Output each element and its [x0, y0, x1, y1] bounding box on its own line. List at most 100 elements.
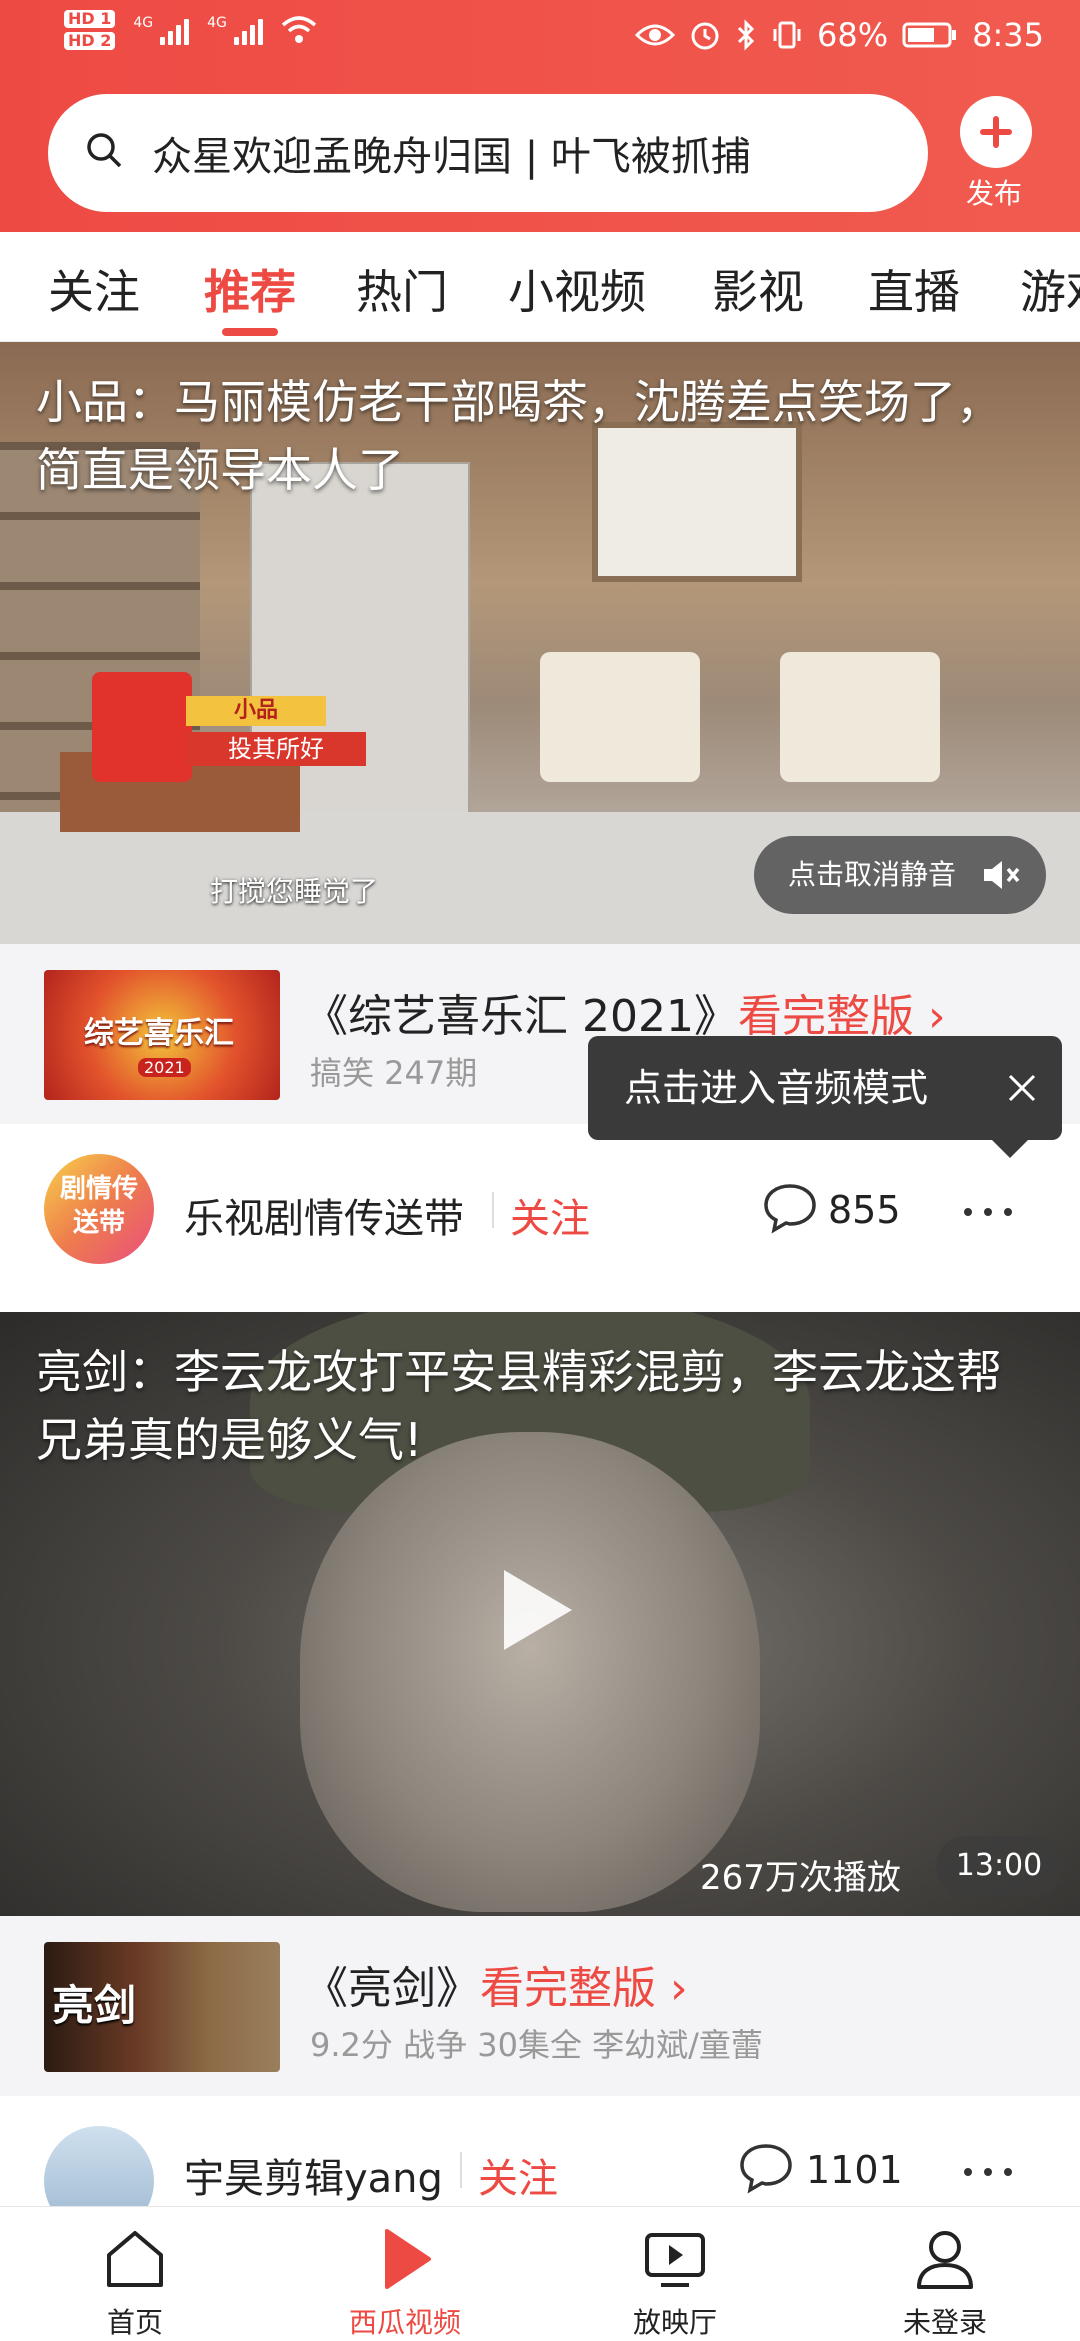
publish-button[interactable]	[960, 96, 1032, 168]
bluetooth-icon	[737, 19, 755, 51]
watch-full-link[interactable]: 看完整版	[738, 991, 914, 1042]
avatar[interactable]: 剧情传送带	[44, 1154, 154, 1264]
tab-hot[interactable]: 热门	[356, 256, 448, 322]
card-title[interactable]: 《亮剑》看完整版 ›	[304, 1952, 688, 2016]
status-bar: HD 1 HD 2 4G 4G 68% 8:35	[0, 0, 1080, 80]
network1-label: 4G	[133, 15, 154, 31]
unmute-label: 点击取消静音	[788, 858, 957, 891]
follow-button[interactable]: 关注	[510, 1186, 590, 1244]
tooltip-arrow	[992, 1140, 1028, 1158]
author-row: 宇昊剪辑yang 关注 1101	[0, 2096, 1080, 2206]
publish-label[interactable]: 发布	[966, 172, 1022, 212]
sim-indicators: HD 1 HD 2	[64, 10, 116, 50]
nav-screening-label: 放映厅	[632, 2306, 717, 2339]
series-name: 《综艺喜乐汇 2021》	[304, 991, 738, 1042]
divider	[460, 2152, 462, 2188]
chevron-right-icon: ›	[913, 991, 946, 1042]
eye-icon	[635, 24, 676, 46]
tab-recommend[interactable]: 推荐	[204, 256, 296, 322]
duration-badge: 13:00	[936, 1836, 1062, 1896]
scene-face	[300, 1432, 760, 1912]
series-thumbnail: 亮剑	[44, 1942, 280, 2072]
author-name[interactable]: 乐视剧情传送带	[184, 1186, 464, 1244]
thumbnail-year: 2021	[138, 1058, 191, 1077]
video-player-1[interactable]: 小品 投其所好 小品：马丽模仿老干部喝茶，沈腾差点笑场了，简直是领导本人了 打搅…	[0, 342, 1080, 944]
nav-screening-room[interactable]: 放映厅	[540, 2207, 810, 2341]
user-icon	[917, 2231, 973, 2289]
follow-button[interactable]: 关注	[478, 2146, 558, 2204]
status-right: 68% 8:35	[635, 16, 1044, 54]
thumbnail-text: 综艺喜乐汇	[84, 1016, 234, 1051]
card-subtitle: 搞笑 247期	[310, 1054, 478, 1092]
avatar[interactable]	[44, 2126, 154, 2206]
more-options-icon[interactable]	[964, 1208, 1012, 1216]
battery-percent: 68%	[817, 16, 889, 54]
sim2-label: HD 2	[64, 32, 116, 50]
video-subtitle: 打搅您睡觉了	[210, 875, 379, 908]
search-query[interactable]: 众星欢迎孟晚舟归国 | 叶飞被抓捕	[152, 124, 751, 182]
status-left: HD 1 HD 2 4G 4G	[64, 10, 317, 50]
vibrate-icon	[773, 21, 801, 49]
comment-count[interactable]: 855	[828, 1188, 901, 1232]
tab-games[interactable]: 游戏	[1020, 256, 1080, 322]
unmute-button[interactable]: 点击取消静音	[754, 836, 1046, 914]
nav-home-label: 首页	[106, 2306, 163, 2339]
bottom-navigation: 首页 西瓜视频 放映厅 未登录	[0, 2206, 1080, 2340]
card-subtitle: 9.2分 战争 30集全 李幼斌/童蕾	[310, 2026, 763, 2064]
tab-live[interactable]: 直播	[868, 256, 960, 322]
caption-tag: 小品	[186, 696, 326, 726]
scene-sofa	[540, 652, 700, 782]
audio-mode-tooltip[interactable]: 点击进入音频模式	[588, 1036, 1062, 1158]
nav-home[interactable]: 首页	[0, 2207, 270, 2341]
nav-profile-label: 未登录	[902, 2306, 987, 2339]
video-player-2[interactable]: 亮剑：李云龙攻打平安县精彩混剪，李云龙这帮兄弟真的是够义气! 267万次播放 1…	[0, 1312, 1080, 1916]
comment-icon[interactable]	[762, 1182, 818, 1234]
wifi-icon	[281, 16, 317, 43]
video-title[interactable]: 小品：马丽模仿老干部喝茶，沈腾差点笑场了，简直是领导本人了	[36, 368, 1046, 504]
series-name: 《亮剑》	[304, 1963, 480, 2014]
sim1-indicator: HD 1	[64, 10, 116, 28]
author-name[interactable]: 宇昊剪辑yang	[184, 2146, 443, 2204]
signal2-icon: 4G	[207, 15, 263, 45]
card-title[interactable]: 《综艺喜乐汇 2021》看完整版 ›	[304, 980, 946, 1044]
scene-sofa	[780, 652, 940, 782]
tooltip-text[interactable]: 点击进入音频模式	[624, 1066, 928, 1110]
comment-icon[interactable]	[738, 2142, 794, 2194]
nav-xigua-video[interactable]: 西瓜视频	[270, 2207, 540, 2341]
category-tabs: 关注 推荐 热门 小视频 影视 直播 游戏	[0, 232, 1080, 342]
video-title[interactable]: 亮剑：李云龙攻打平安县精彩混剪，李云龙这帮兄弟真的是够义气!	[36, 1338, 1046, 1474]
signal1-icon: 4G	[133, 15, 190, 45]
app-header: HD 1 HD 2 4G 4G 68% 8:35 众星欢迎孟晚舟归国 | 叶飞被…	[0, 0, 1080, 232]
view-count: 267万次播放	[700, 1858, 901, 1898]
tab-follow[interactable]: 关注	[48, 256, 140, 322]
author-row: 剧情传送带 乐视剧情传送带 关注 855	[0, 1124, 1080, 1294]
caption-title: 投其所好	[186, 732, 366, 766]
avatar-text: 剧情传送带	[59, 1174, 138, 1238]
more-options-icon[interactable]	[964, 2168, 1012, 2176]
tab-short-video[interactable]: 小视频	[508, 256, 646, 322]
thumbnail-text: 亮剑	[52, 1981, 137, 2030]
comment-count[interactable]: 1101	[806, 2148, 903, 2192]
close-icon[interactable]	[1006, 1072, 1038, 1104]
watch-full-link[interactable]: 看完整版	[480, 1963, 656, 2014]
sim1-label: HD 1	[64, 10, 116, 28]
nav-profile[interactable]: 未登录	[810, 2207, 1080, 2341]
alarm-icon	[691, 22, 719, 50]
search-bar[interactable]: 众星欢迎孟晚舟归国 | 叶飞被抓捕	[48, 94, 928, 212]
muted-speaker-icon	[984, 861, 1020, 889]
chevron-right-icon: ›	[656, 1963, 688, 2014]
active-tab-indicator	[222, 328, 278, 336]
screening-room-icon	[645, 2233, 705, 2287]
xigua-play-icon	[385, 2229, 431, 2289]
sim2-indicator: HD 2	[64, 32, 116, 50]
full-version-card[interactable]: 亮剑 《亮剑》看完整版 › 9.2分 战争 30集全 李幼斌/童蕾	[0, 1916, 1080, 2096]
tab-film-tv[interactable]: 影视	[712, 256, 804, 322]
search-icon	[87, 133, 122, 168]
battery-icon	[902, 22, 957, 48]
show-logo	[92, 672, 192, 782]
play-icon[interactable]	[504, 1570, 572, 1650]
home-icon	[107, 2231, 163, 2287]
series-thumbnail: 综艺喜乐汇 2021	[44, 970, 280, 1100]
nav-xigua-label: 西瓜视频	[348, 2306, 461, 2339]
network2-label: 4G	[207, 15, 227, 31]
